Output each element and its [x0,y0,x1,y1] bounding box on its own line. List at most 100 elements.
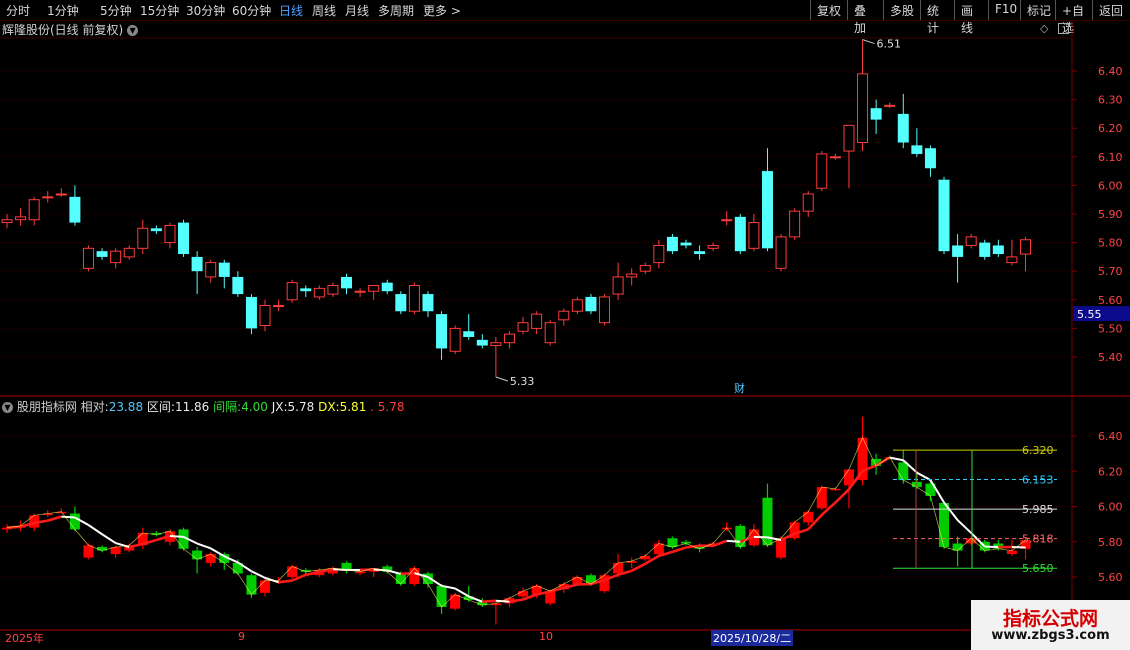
candle-body [680,242,692,246]
candle-body [531,313,543,329]
candle-body [463,331,475,337]
candle-body [857,73,869,143]
candle-body [1020,239,1031,255]
main-price-label: 6.00 [1098,179,1123,192]
candle-body [422,294,434,312]
candle-body [191,256,203,272]
time-label-year: 2025年 [5,632,44,645]
ind-candle-body [450,594,461,609]
candle-body [829,156,841,159]
trend-line-segment [834,488,850,504]
candle-body [110,250,122,264]
main-price-label: 5.60 [1098,294,1123,307]
candle-body [490,342,502,347]
ind-price-label: 6.00 [1098,501,1123,514]
trend-line-segment [128,542,144,549]
trend-line-segment [47,515,62,522]
candle-body [408,285,420,312]
candle-body [734,216,746,252]
candle-body [55,193,67,196]
level-label: 6.320 [1022,444,1054,457]
ind-price-label: 5.80 [1098,536,1123,549]
trend-line-segment [278,579,293,584]
candle-body [449,327,461,352]
candle-body [218,262,230,277]
trend-line-segment [672,546,687,554]
candle-body [639,264,651,272]
chart-grid [0,20,1130,650]
level-label: 5.650 [1022,562,1054,575]
candle-body [137,227,149,249]
candle-body [802,193,814,212]
ind-candle-body [83,545,94,558]
candle-body [354,290,366,293]
ind-candle-body [69,513,80,530]
candle-body [1006,256,1018,264]
trend-line-segment [726,539,741,543]
kline-chart[interactable]: 6.40 6.30 6.20 6.10 6.00 5.90 5.80 5.70 5.60 5.50… [0,0,1130,650]
candle-body [313,287,325,298]
candle-body [653,244,665,264]
candle-body [503,333,515,344]
trend-line-segment [631,562,646,572]
candle-body [327,285,339,295]
main-price-label: 6.20 [1098,122,1123,135]
candle-body [123,247,135,258]
ind-candle-body [260,580,271,593]
candle-body [15,216,27,221]
level-label: 5.985 [1022,503,1054,516]
watermark-logo: 指标公式网 www.zbgs3.com [971,600,1130,650]
candle-body [259,305,271,327]
candle-body [82,247,94,269]
candle-body [96,251,108,257]
candle-body [585,296,597,312]
ind-candle-body [640,555,651,560]
candle-body [286,282,298,301]
candle-body [694,251,706,255]
ind-price-label: 6.40 [1098,430,1123,443]
main-price-label: 5.70 [1098,265,1123,278]
candle-body [911,145,923,154]
candle-body [178,222,190,255]
candle-body [150,228,162,232]
main-price-label: 5.90 [1098,208,1123,221]
candle-body [273,305,285,308]
trend-line-segment [61,515,75,519]
ind-candle-body [911,481,922,488]
main-price-label: 5.40 [1098,351,1123,364]
candle-body [436,314,448,349]
watermark-url: www.zbgs3.com [991,628,1110,643]
main-price-label: 5.80 [1098,237,1123,250]
high-price-label: 6.51 [877,38,902,51]
level-label: 5.818 [1022,533,1054,546]
ind-candle-body [898,462,909,481]
candle-body [761,171,773,249]
level-label: 6.153 [1022,474,1054,487]
ind-candle-body [1006,550,1017,555]
candle-body [245,296,257,329]
ind-price-label: 6.20 [1098,465,1123,478]
current-price-label: 5.55 [1077,308,1102,321]
ind-candle-body [667,538,678,548]
time-label-oct: 10 [539,630,553,643]
trend-line-segment [87,524,103,536]
ind-candle-body [735,525,746,548]
ind-candle-body [816,487,827,509]
candle-body [952,245,964,257]
candle-body [205,262,217,278]
candle-body [368,285,380,292]
ind-candle-body [97,547,108,551]
trend-line-segment [482,599,496,603]
candle-body [232,276,244,295]
main-price-label: 6.40 [1098,65,1123,78]
trend-line-segment [400,571,415,576]
candle-body [571,299,583,312]
candle-body [381,282,393,292]
main-candles [1,39,1031,378]
watermark-text: 指标公式网 [1002,608,1098,630]
candle-body [924,148,936,169]
ind-candle-body [803,511,814,523]
ind-candle-body [572,577,583,585]
ind-candle-body [776,538,787,558]
main-price-label: 5.50 [1098,322,1123,335]
